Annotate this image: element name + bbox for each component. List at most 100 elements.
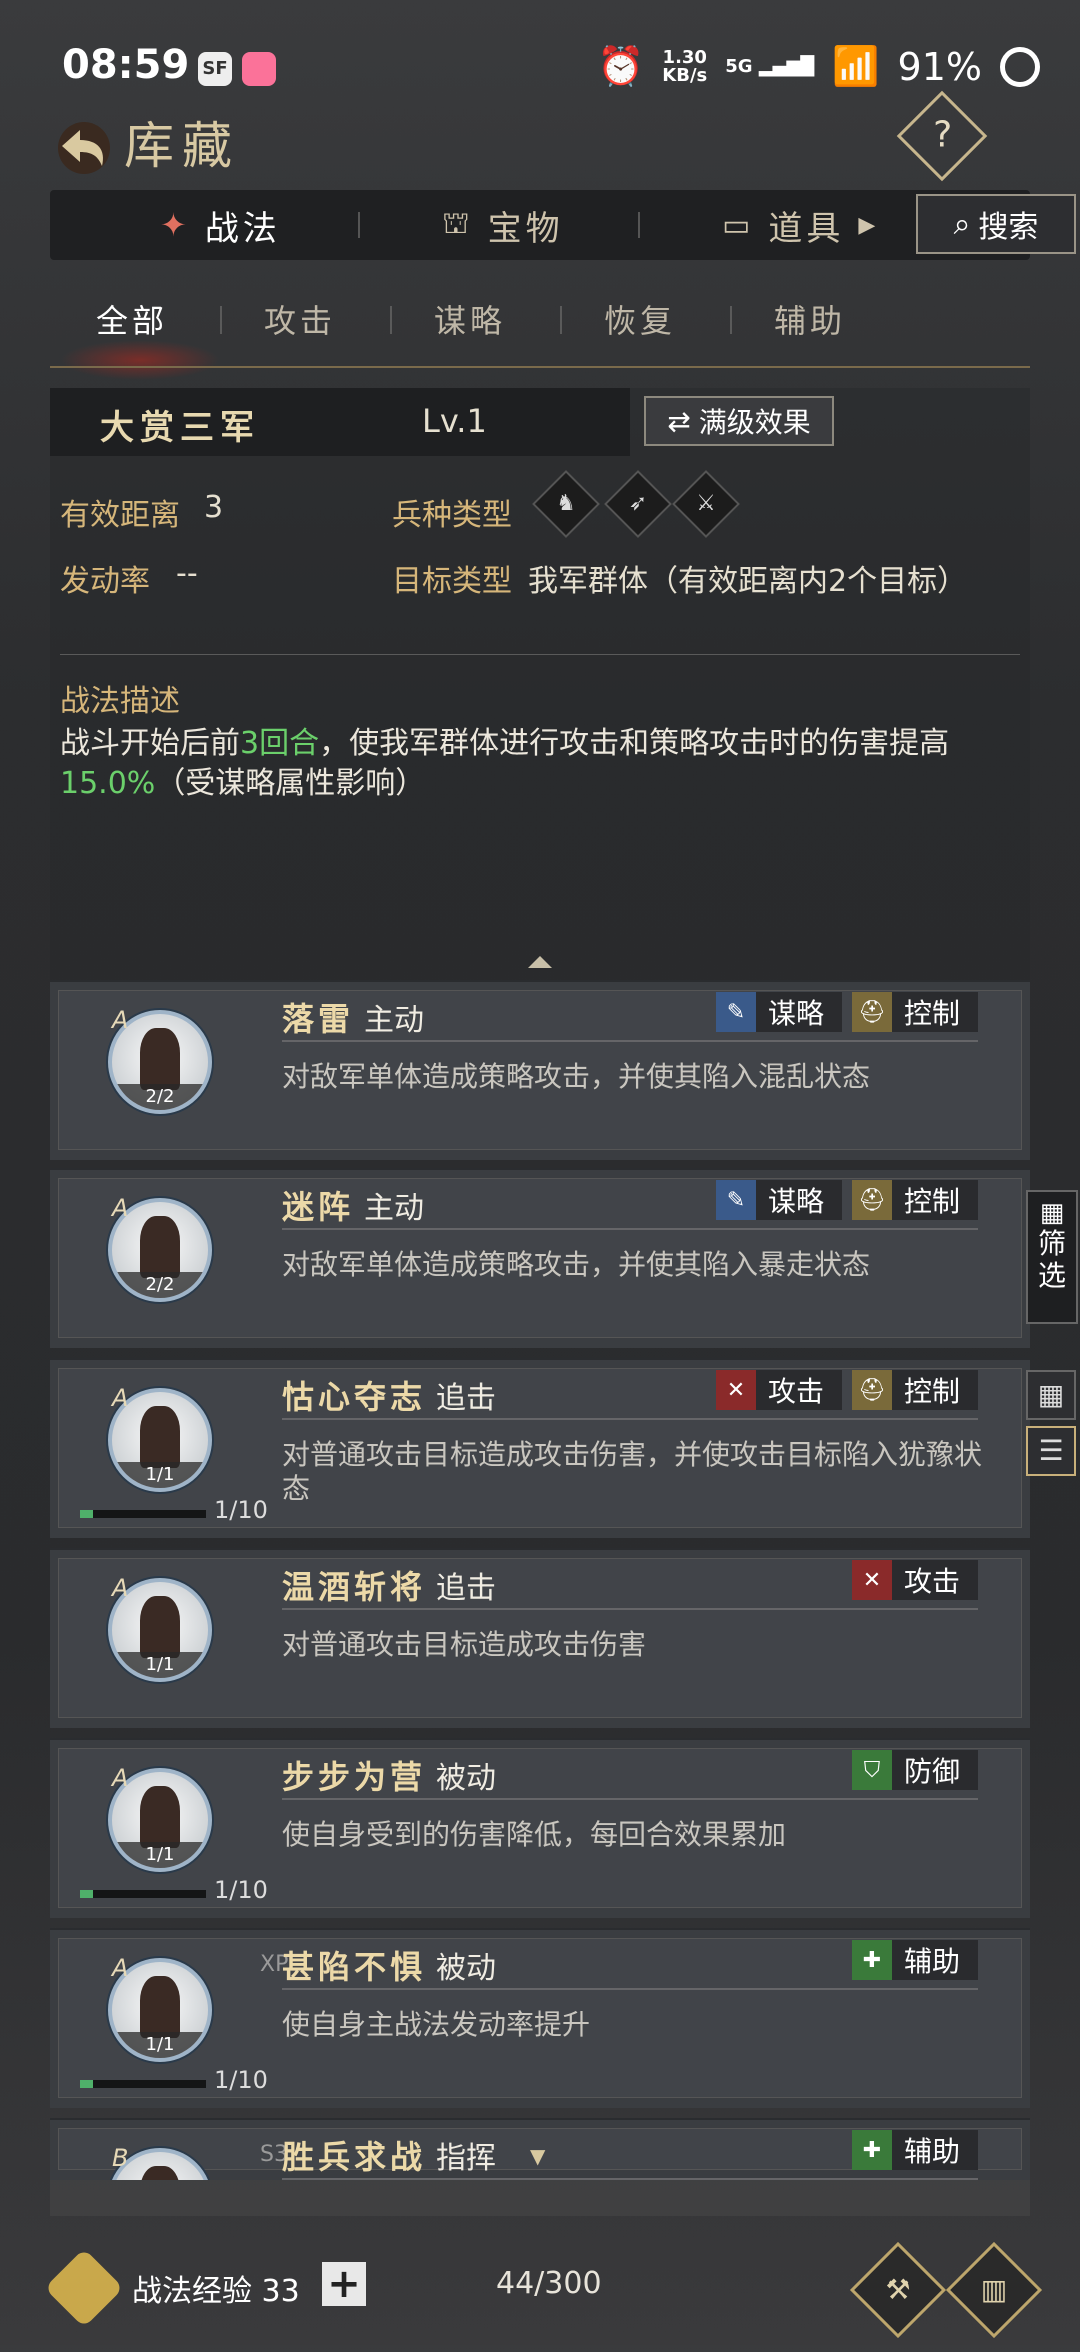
skill-card[interactable]: 1/1 A 温酒斩将 追击 对普通攻击目标造成攻击伤害 ✕ 攻击 — [50, 1548, 1030, 1728]
chevron-right-icon: ▶ — [858, 212, 880, 238]
level-progress-bar — [80, 1890, 206, 1898]
portrait-count: 1/1 — [112, 2032, 208, 2058]
card-skill-title: 步步为营 — [282, 1758, 427, 1796]
detail-divider — [60, 654, 1020, 655]
general-figure — [140, 2166, 180, 2180]
tag-label: 辅助 — [904, 2135, 961, 2168]
tag-label: 控制 — [904, 1375, 961, 1408]
skill-card[interactable]: B S3 胜兵求战 指挥 ✚ 辅助 ▼ — [50, 2118, 1030, 2180]
bottom-shadow-bar — [50, 2180, 1030, 2216]
progress-text: 1/10 — [214, 1496, 268, 1524]
back-arrow-icon[interactable] — [52, 112, 116, 176]
wifi-icon: 📶 — [832, 44, 880, 88]
search-label: 搜索 — [978, 210, 1039, 245]
card-skill-type: 被动 — [436, 1761, 497, 1796]
add-exp-button[interactable]: + — [322, 2262, 366, 2306]
attack-tag-icon: ✕ — [716, 1370, 756, 1410]
grade-label: A — [112, 1954, 129, 1982]
net-speed: 1.30 KB/s — [662, 46, 708, 86]
status-right: ⏰ 1.30 KB/s 5G ▂▄▆█ 📶 91% — [597, 44, 1040, 89]
subtab-divider — [560, 306, 562, 334]
target-type-label: 目标类型 — [392, 564, 512, 599]
tab-treasures[interactable]: ⛫ 宝物 — [442, 190, 564, 260]
support-tag-icon: ✚ — [852, 2130, 892, 2170]
grade-label: A — [112, 1574, 129, 1602]
desc-turns: 3回合 — [240, 726, 320, 761]
skill-card[interactable]: 2/2 A 迷阵 主动 对敌军单体造成策略攻击，并使其陷入暴走状态 ✎ 谋略 ⛑ … — [50, 1168, 1030, 1348]
bilibili-app-icon — [242, 52, 276, 86]
card-divider — [282, 1418, 978, 1420]
tag-badge: ⛉ 防御 — [852, 1750, 978, 1790]
skill-card[interactable]: 2/2 A 落雷 主动 对敌军单体造成策略攻击，并使其陷入混乱状态 ✎ 谋略 ⛑ … — [50, 980, 1030, 1160]
tag-label: 控制 — [904, 1185, 961, 1218]
general-figure — [140, 1216, 180, 1278]
sf-app-label: SF — [202, 58, 228, 79]
filter-button[interactable]: ▦ 筛选 — [1026, 1190, 1078, 1324]
troop-type-label: 兵种类型 — [392, 498, 512, 533]
tactic-exp-label: 战法经验 33 — [132, 2274, 300, 2309]
list-view-icon[interactable]: ☰ — [1026, 1426, 1076, 1476]
card-skill-name: 步步为营 被动 — [282, 1752, 496, 1798]
tab-tactics-label: 战法 — [204, 208, 281, 249]
collapse-caret-icon[interactable] — [528, 956, 552, 968]
card-skill-name: 胜兵求战 指挥 — [282, 2132, 496, 2178]
card-skill-name: 甚陷不惧 被动 — [282, 1942, 496, 1988]
general-figure — [140, 1976, 180, 2038]
range-value: 3 — [204, 490, 224, 525]
range-label: 有效距离 — [60, 498, 180, 533]
card-divider — [282, 1798, 978, 1800]
portrait-count: 1/1 — [112, 1462, 208, 1488]
warehouse-icon[interactable]: ▥ — [945, 2241, 1043, 2339]
subtab-all[interactable]: 全部 — [96, 296, 168, 342]
progress-fill — [80, 1510, 93, 1518]
control-tag-icon: ⛑ — [852, 1180, 892, 1220]
card-skill-title: 温酒斩将 — [282, 1568, 427, 1606]
subtab-recover[interactable]: 恢复 — [604, 296, 676, 342]
tab-treasures-label: 宝物 — [487, 208, 564, 249]
grid-view-icon[interactable]: ▦ — [1026, 1370, 1076, 1420]
skill-card[interactable]: 1/1 A XP 甚陷不惧 被动 使自身主战法发动率提升 ✚ 辅助 1/10 — [50, 1928, 1030, 2108]
max-effect-label: 满级效果 — [698, 406, 811, 439]
tab-tactics[interactable]: ✦ 战法 — [160, 190, 281, 260]
status-time: 08:59 — [62, 42, 190, 88]
subtab-strategy[interactable]: 谋略 — [434, 296, 506, 342]
card-divider — [282, 1040, 978, 1042]
card-skill-title: 迷阵 — [282, 1188, 355, 1226]
tag-label: 谋略 — [768, 997, 825, 1030]
network-type: 5G — [725, 55, 753, 77]
battery-icon — [1000, 46, 1040, 87]
battery-text: 91% — [897, 44, 982, 89]
skill-name: 大赏三军 — [100, 408, 260, 448]
tab-items[interactable]: ▭ 道具 ▶ — [722, 190, 902, 260]
card-skill-type: 主动 — [364, 1191, 425, 1226]
subtab-divider — [730, 306, 732, 334]
subtab-divider — [220, 306, 222, 334]
control-tag-icon: ⛑ — [852, 992, 892, 1032]
subtab-support[interactable]: 辅助 — [774, 296, 846, 342]
grade-label: A — [112, 1194, 129, 1222]
card-skill-title: 甚陷不惧 — [282, 1948, 427, 1986]
card-skill-title: 落雷 — [282, 1000, 355, 1038]
craft-tools-icon[interactable]: ⚒ — [849, 2241, 947, 2339]
card-description: 对敌军单体造成策略攻击，并使其陷入暴走状态 — [282, 1248, 871, 1281]
max-effect-button[interactable]: ⇄ 满级效果 — [644, 396, 834, 446]
general-figure — [140, 1028, 180, 1090]
card-description: 使自身主战法发动率提升 — [282, 2008, 591, 2041]
grid-small-icon: ▦ — [1039, 1198, 1065, 1228]
expand-chevron-icon[interactable]: ▼ — [530, 2144, 545, 2168]
capacity-count: 44/300 — [496, 2266, 602, 2301]
grade-label: A — [112, 1764, 129, 1792]
card-description: 对普通攻击目标造成攻击伤害，并使攻击目标陷入犹豫状态 — [282, 1438, 983, 1505]
alarm-icon: ⏰ — [596, 44, 645, 88]
tag-badge: ⛑ 控制 — [852, 1180, 978, 1220]
skill-card[interactable]: 1/1 A 怙心夺志 追击 对普通攻击目标造成攻击伤害，并使攻击目标陷入犹豫状态 … — [50, 1358, 1030, 1538]
help-icon: ? — [933, 114, 953, 156]
active-subtab-glow — [60, 340, 220, 380]
portrait-count: 1/1 — [112, 1842, 208, 1868]
subtab-attack[interactable]: 攻击 — [264, 296, 336, 342]
attack-tag-icon: ✕ — [852, 1560, 892, 1600]
skill-card[interactable]: 1/1 A 步步为营 被动 使自身受到的伤害降低，每回合效果累加 ⛉ 防御 1/1… — [50, 1738, 1030, 1918]
tag-badge: ⛑ 控制 — [852, 1370, 978, 1410]
desc-part2: ，使我军群体进行攻击和策略攻击时的伤害提高 — [319, 726, 950, 761]
search-button[interactable]: ⌕ 搜索 — [916, 194, 1076, 254]
